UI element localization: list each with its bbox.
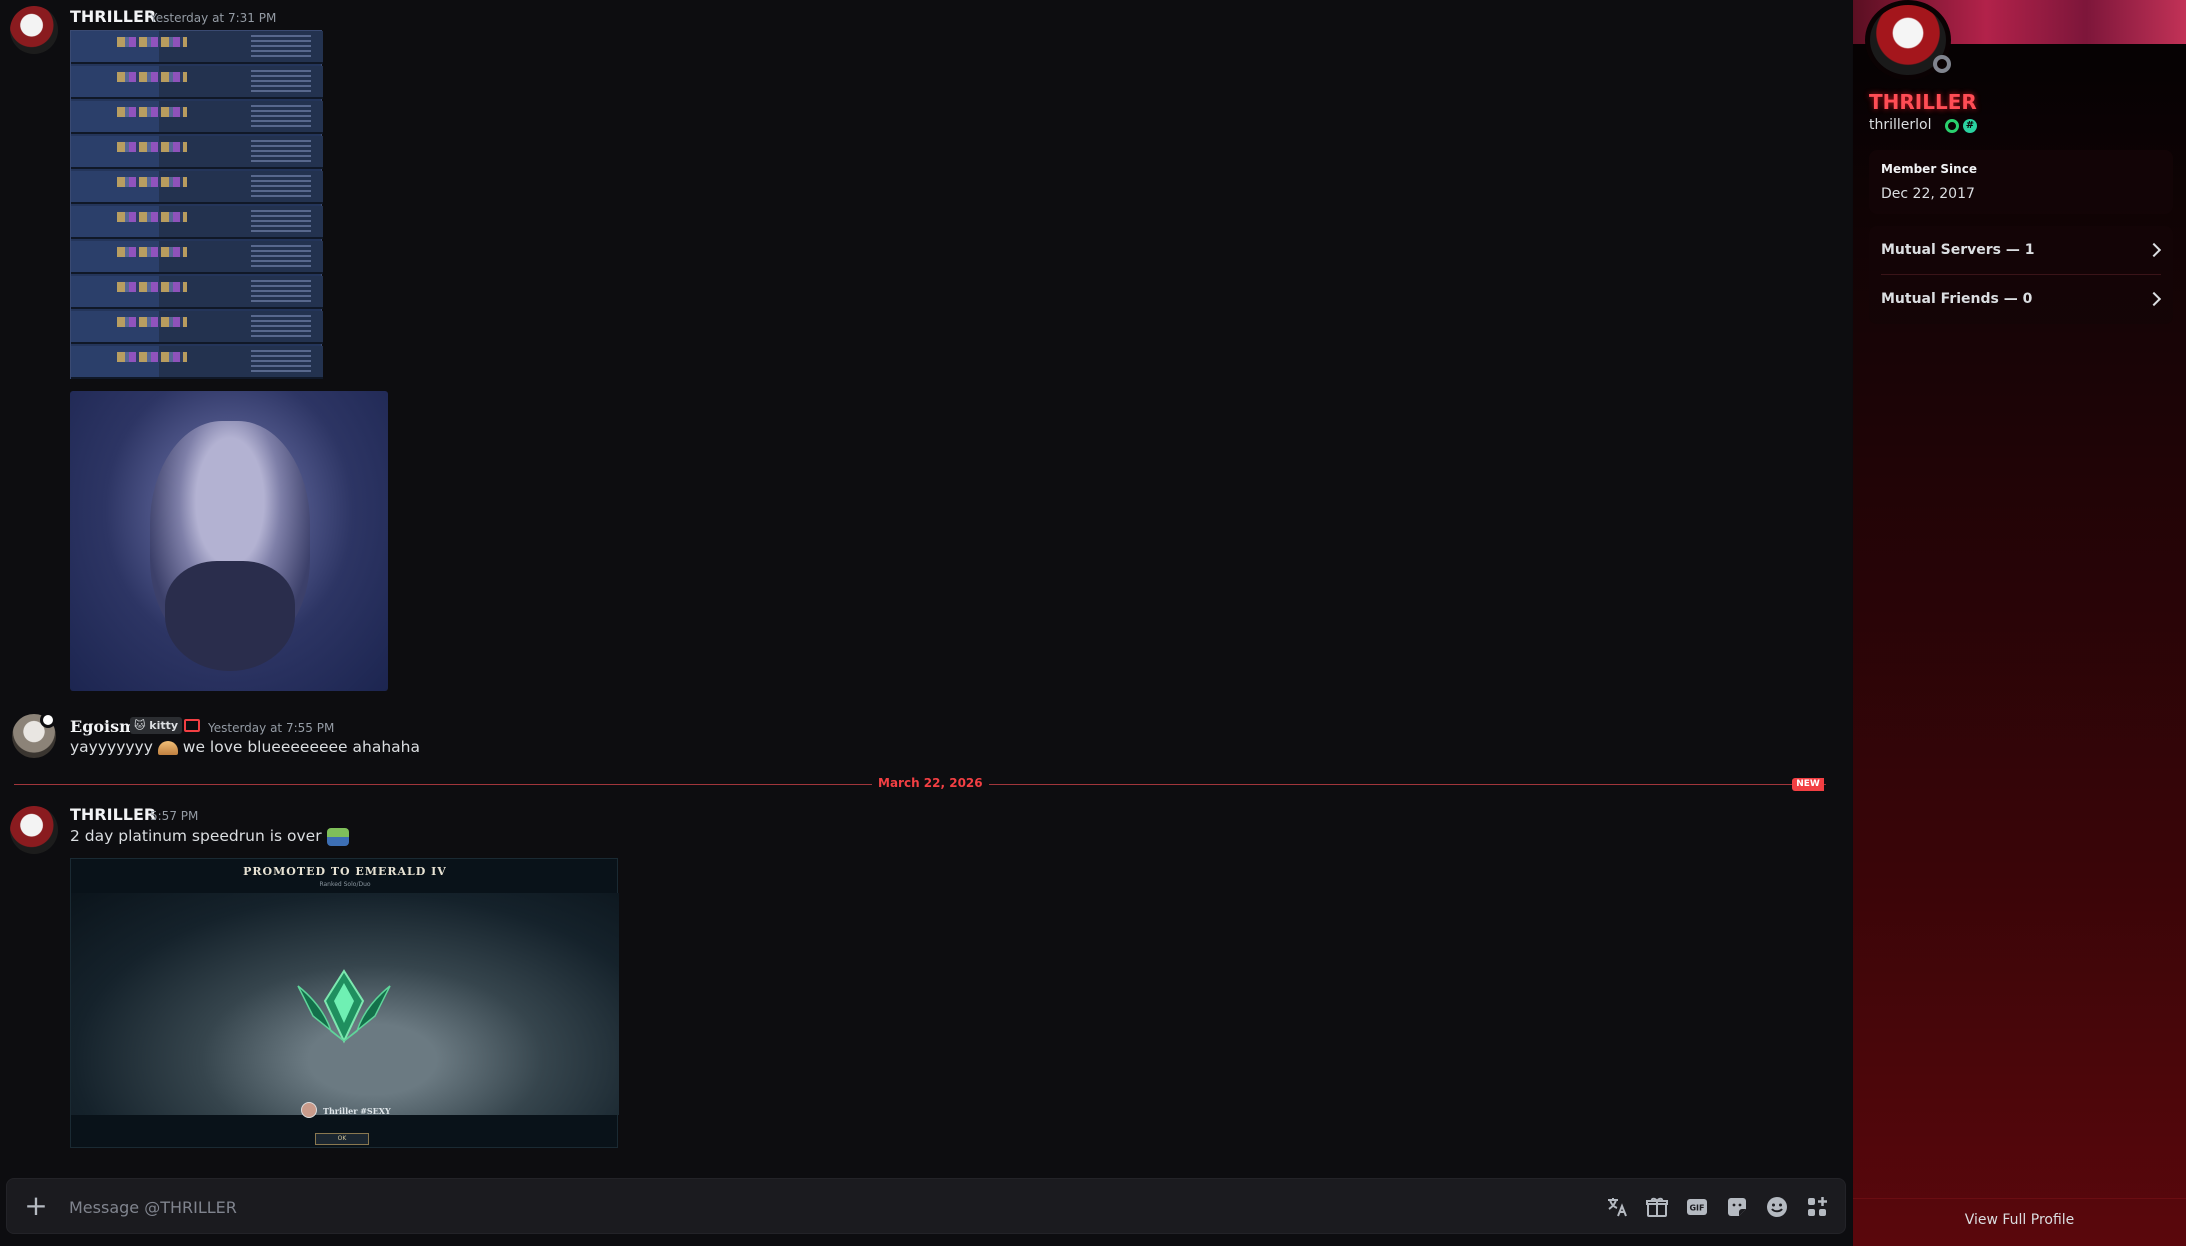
photo-beard (165, 561, 295, 671)
sticker-icon[interactable] (1725, 1195, 1749, 1219)
apps-icon[interactable] (1805, 1195, 1829, 1219)
nitro-badge-icon[interactable] (1945, 119, 1959, 133)
emoji-icon (157, 740, 178, 755)
message-author[interactable]: THRILLER (70, 7, 156, 26)
app-window: THRILLER Yesterday at 7:31 PM Egoism 🐱 k… (0, 0, 2186, 1246)
mutuals-card: Mutual Servers — 1 Mutual Friends — 0 (1869, 226, 2173, 324)
emerald-emblem-icon (297, 969, 391, 1044)
message-author[interactable]: THRILLER (70, 805, 156, 824)
message-timestamp: Yesterday at 7:55 PM (208, 721, 335, 735)
offline-status-icon (1933, 55, 1951, 73)
avatar[interactable] (10, 6, 58, 54)
avatar[interactable] (10, 806, 58, 854)
rank-player-name: Thriller #SEXY (323, 1106, 391, 1116)
rank-promotion-image[interactable]: PROMOTED TO EMERALD IV Ranked Solo/Duo T… (70, 858, 619, 1148)
match-row (71, 101, 323, 134)
match-row (71, 66, 323, 99)
divider (1853, 1198, 2186, 1199)
avatar-status-dot (40, 712, 56, 728)
rank-title: PROMOTED TO EMERALD IV (243, 865, 447, 878)
message-text: yayyyyyyy we love blueeeeeeee ahahaha (70, 738, 420, 756)
gif-icon[interactable]: GIF (1685, 1195, 1709, 1219)
plus-icon[interactable]: + (23, 1192, 49, 1220)
message-thriller-1: THRILLER Yesterday at 7:31 PM (0, 0, 1852, 700)
match-history-image[interactable] (70, 30, 323, 379)
message-composer: + GIF (6, 1178, 1846, 1234)
chat-area: THRILLER Yesterday at 7:31 PM Egoism 🐱 k… (0, 0, 1852, 1246)
match-row (71, 346, 323, 379)
match-row (71, 276, 323, 309)
chevron-right-icon (2146, 242, 2162, 258)
player-icon (301, 1102, 317, 1118)
mutual-servers-label: Mutual Servers — 1 (1881, 242, 2035, 258)
guild-tag[interactable]: 🐱 kitty (130, 717, 183, 734)
rank-scene: Thriller #SEXY (71, 893, 619, 1118)
message-text-part: 2 day platinum speedrun is over (70, 827, 322, 845)
member-since-label: Member Since (1881, 162, 1977, 176)
member-since-value: Dec 22, 2017 (1881, 186, 1975, 202)
new-badge: NEW (1792, 778, 1824, 791)
mutual-servers-row[interactable]: Mutual Servers — 1 (1869, 226, 2173, 274)
match-row (71, 206, 323, 239)
match-row (71, 311, 323, 344)
hashtag-badge-icon[interactable]: # (1963, 119, 1977, 133)
message-egoism: Egoism 🐱 kitty Yesterday at 7:55 PM yayy… (0, 700, 1852, 770)
match-row (71, 171, 323, 204)
svg-text:GIF: GIF (1689, 1204, 1704, 1213)
match-row (71, 136, 323, 169)
user-profile-panel: THRILLER thrillerlol # Member Since Dec … (1853, 0, 2186, 1246)
member-since-card: Member Since Dec 22, 2017 (1869, 150, 2173, 214)
match-row (71, 31, 323, 64)
chevron-right-icon (2146, 291, 2162, 307)
view-full-profile-link[interactable]: View Full Profile (1853, 1212, 2186, 1228)
emoji-icon (326, 827, 349, 846)
message-text: 2 day platinum speedrun is over (70, 827, 349, 846)
mutual-friends-label: Mutual Friends — 0 (1881, 291, 2033, 307)
profile-username[interactable]: thrillerlol (1869, 117, 1932, 133)
message-timestamp: Yesterday at 7:31 PM (150, 11, 277, 25)
message-timestamp: 5:57 PM (150, 809, 199, 823)
reaction-photo[interactable] (70, 391, 388, 691)
profile-display-name: THRILLER (1869, 90, 1977, 114)
gift-icon[interactable] (1645, 1195, 1669, 1219)
divider-date: March 22, 2026 (872, 776, 989, 790)
rank-ok-button: OK (315, 1133, 369, 1145)
message-text-part: yayyyyyyy (70, 738, 153, 756)
message-text-part: we love blueeeeeeee ahahaha (182, 738, 420, 756)
mutual-friends-row[interactable]: Mutual Friends — 0 (1869, 275, 2173, 323)
translate-icon[interactable] (1605, 1195, 1629, 1219)
message-input[interactable] (69, 1193, 1569, 1221)
match-row (71, 241, 323, 274)
emoji-icon[interactable] (1765, 1195, 1789, 1219)
message-author[interactable]: Egoism (70, 717, 136, 736)
rank-subtitle: Ranked Solo/Duo (319, 881, 371, 888)
monitor-icon (184, 719, 200, 732)
